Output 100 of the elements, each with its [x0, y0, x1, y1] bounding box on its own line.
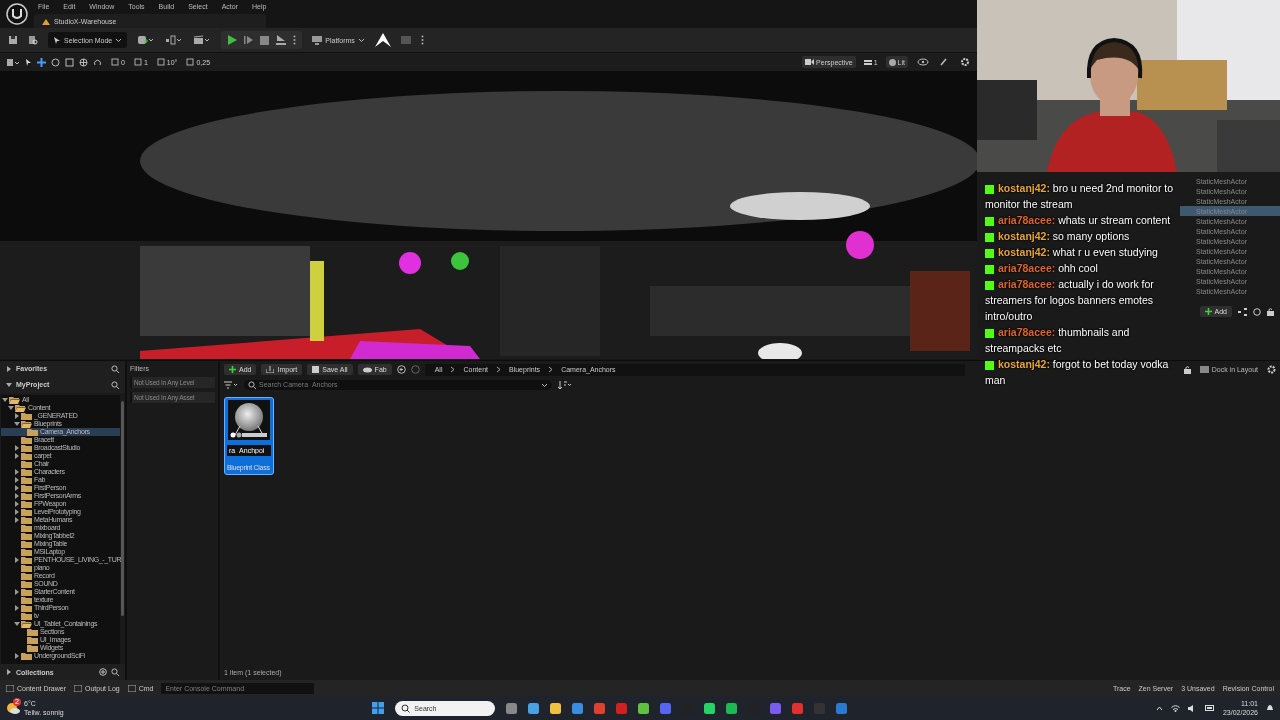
- eye-icon[interactable]: [917, 58, 929, 66]
- add-collection-icon[interactable]: [99, 668, 107, 677]
- scrollbar[interactable]: [121, 400, 124, 616]
- app-tile-icon[interactable]: [616, 702, 628, 714]
- blueprint-icon[interactable]: [165, 35, 184, 45]
- expand-arrow-icon[interactable]: [6, 365, 12, 372]
- bell-icon[interactable]: [1266, 704, 1274, 713]
- app-tile-icon[interactable]: [660, 702, 672, 714]
- surface-snap-icon[interactable]: [93, 57, 102, 67]
- app-tile-icon[interactable]: [528, 702, 540, 714]
- folder-icon: [21, 611, 32, 620]
- sun-cloud-icon[interactable]: [6, 702, 20, 715]
- chat-message: kostanj42: forgot to bet today vodka man: [985, 357, 1170, 388]
- collapse-arrow-icon[interactable]: [6, 381, 12, 388]
- battery-icon[interactable]: [1204, 705, 1215, 712]
- globe-icon[interactable]: [79, 57, 88, 67]
- folder-icon: [21, 443, 32, 452]
- hierarchy-icon[interactable]: [1238, 307, 1247, 316]
- app-tile-icon[interactable]: [572, 702, 584, 714]
- search-icon[interactable]: [111, 668, 119, 677]
- folder-icon: [21, 579, 32, 588]
- folder-icon: [21, 531, 32, 540]
- chat-message: aria78acee: whats ur stream content: [985, 212, 1175, 228]
- start-icon[interactable]: [372, 702, 385, 715]
- expand-arrow-icon[interactable]: [6, 669, 12, 676]
- scale-snap-icon[interactable]: [186, 58, 195, 66]
- rotation-snap-icon[interactable]: [133, 58, 142, 66]
- expand-arrow-icon[interactable]: [14, 412, 20, 419]
- more-icon[interactable]: [293, 35, 297, 45]
- stop-icon[interactable]: [260, 35, 270, 45]
- caret-icon: [541, 381, 548, 388]
- chevron-icon: [450, 366, 456, 373]
- clapper-icon[interactable]: [193, 35, 212, 45]
- collapse-arrow-icon[interactable]: [14, 420, 20, 427]
- level-icon: [42, 17, 50, 25]
- plus-icon: [229, 366, 236, 373]
- lock-icon[interactable]: [1183, 365, 1191, 374]
- save-icon[interactable]: [8, 35, 18, 45]
- chat-message: kostanj42: so many options: [985, 228, 1175, 244]
- expand-arrow-icon[interactable]: [14, 588, 20, 595]
- folder-icon: [21, 555, 32, 564]
- plus-icon: [1204, 308, 1212, 315]
- expand-arrow-icon[interactable]: [14, 604, 20, 611]
- search-icon[interactable]: [111, 380, 119, 389]
- folder-icon: [21, 459, 32, 468]
- search-icon[interactable]: [111, 364, 119, 373]
- folder-icon: [21, 475, 32, 484]
- collapse-arrow-icon[interactable]: [14, 620, 20, 627]
- select-arrow-icon[interactable]: [25, 57, 32, 67]
- expand-arrow-icon[interactable]: [14, 652, 20, 659]
- pencil-icon[interactable]: [938, 58, 950, 66]
- app-tile-icon[interactable]: [638, 702, 650, 714]
- engine-logo-icon[interactable]: [6, 3, 28, 25]
- log-icon: [74, 684, 83, 692]
- app-tile-icon[interactable]: [770, 702, 782, 714]
- app-tile-icon[interactable]: [594, 702, 606, 714]
- transform-icon[interactable]: [6, 57, 20, 67]
- app-tile-icon[interactable]: [792, 702, 804, 714]
- lock-icon[interactable]: [1267, 307, 1274, 316]
- scale-icon[interactable]: [65, 57, 74, 67]
- folder-icon: [21, 571, 32, 580]
- help-icon[interactable]: [1253, 307, 1261, 316]
- app-tile-icon[interactable]: [506, 702, 518, 714]
- chevron-icon: [548, 366, 554, 373]
- caret-icon: [357, 37, 365, 43]
- folder-icon: [21, 523, 32, 532]
- app-tile-icon[interactable]: [704, 702, 716, 714]
- app-tile-icon[interactable]: [726, 702, 738, 714]
- sort-icon[interactable]: [558, 380, 572, 389]
- folder-icon: [21, 547, 32, 556]
- filter-icon[interactable]: [224, 380, 238, 389]
- wifi-icon[interactable]: [1170, 704, 1180, 712]
- arrowhead-logo-icon[interactable]: [374, 33, 391, 47]
- folder-icon: [21, 515, 32, 524]
- rotate-icon[interactable]: [51, 57, 60, 67]
- add-actor-icon[interactable]: [137, 35, 156, 45]
- save-icon: [312, 366, 320, 373]
- folder-icon: [21, 411, 32, 420]
- open-folder-icon: [15, 403, 26, 412]
- back-icon[interactable]: [396, 365, 406, 374]
- forward-icon[interactable]: [410, 365, 420, 374]
- fab-icon: [362, 366, 372, 373]
- settings-icon[interactable]: [1267, 365, 1276, 374]
- chat-message: aria78acee: ohh cool: [985, 260, 1175, 276]
- folder-icon: [21, 587, 32, 596]
- more-icon[interactable]: [420, 35, 424, 45]
- sliders-icon: [863, 58, 872, 66]
- app-tile-icon[interactable]: [836, 702, 848, 714]
- folder-icon: [27, 427, 38, 436]
- grid-snap-icon[interactable]: [111, 58, 119, 66]
- angle-snap-icon[interactable]: [156, 58, 165, 66]
- settings-icon[interactable]: [959, 57, 971, 67]
- move-icon[interactable]: [37, 57, 46, 67]
- expand-arrow-icon[interactable]: [14, 556, 20, 563]
- browse-icon[interactable]: [28, 35, 38, 45]
- folder-icon: [21, 467, 32, 476]
- app-tile-icon[interactable]: [550, 702, 562, 714]
- step-icon[interactable]: [244, 35, 254, 45]
- eject-icon[interactable]: [276, 35, 287, 45]
- play-icon[interactable]: [227, 35, 238, 45]
